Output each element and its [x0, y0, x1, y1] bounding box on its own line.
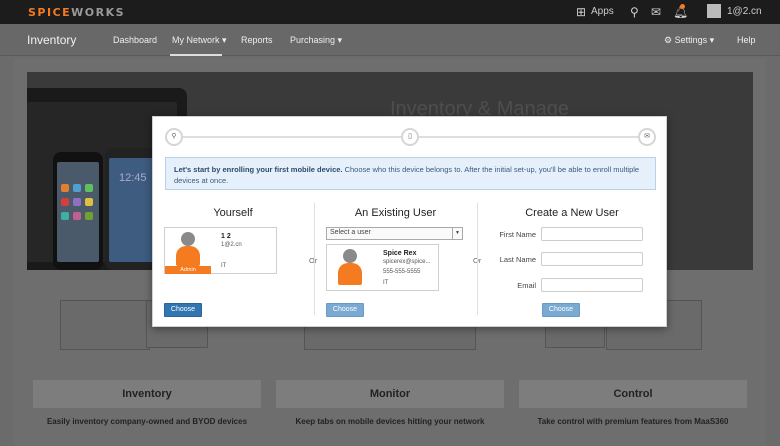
last-name-label: Last Name [499, 255, 536, 264]
column-divider-1 [314, 203, 315, 315]
feature-monitor-title: Monitor [276, 380, 504, 408]
user-avatar-icon: Admin [165, 228, 211, 274]
nav-help[interactable]: Help [737, 35, 756, 45]
step-device-icon: ▯ [401, 128, 419, 146]
email-label: Email [517, 281, 536, 290]
email-input[interactable] [541, 278, 643, 292]
nav-reports[interactable]: Reports [241, 35, 273, 45]
apps-link[interactable]: Apps [591, 6, 614, 17]
first-name-input[interactable] [541, 227, 643, 241]
phone-clock: 12:45 [119, 172, 147, 184]
enroll-device-modal: ⚲ ▯ ✉ Let's start by enrolling your firs… [152, 116, 667, 327]
nav-purchasing[interactable]: Purchasing ▾ [290, 35, 342, 46]
mail-icon[interactable]: ✉ [651, 5, 661, 19]
enroll-info-banner: Let's start by enrolling your first mobi… [165, 157, 656, 190]
user-menu[interactable]: 1@2.cn [727, 6, 762, 17]
yourself-dept: IT [221, 263, 227, 269]
existing-user-email: spicerex@spice... [383, 259, 431, 265]
first-name-label: First Name [499, 230, 536, 239]
chevron-down-icon: ▼ [452, 228, 462, 239]
nav-settings[interactable]: ⚙ Settings ▾ [664, 35, 714, 46]
new-user-title: Create a New User [525, 207, 619, 219]
search-icon[interactable]: ⚲ [630, 5, 639, 19]
existing-user-title: An Existing User [354, 207, 437, 219]
nav-my-network[interactable]: My Network ▾ [172, 35, 227, 46]
yourself-name: 1 2 [221, 233, 231, 240]
yourself-title: Yourself [213, 207, 253, 219]
nav-bar: Inventory Dashboard My Network ▾ Reports… [0, 24, 780, 56]
last-name-input[interactable] [541, 252, 643, 266]
feature-monitor-desc: Keep tabs on mobile devices hitting your… [295, 417, 485, 426]
existing-user-dept: IT [383, 280, 389, 286]
choose-yourself-button[interactable]: Choose [164, 303, 202, 317]
step-mail-icon: ✉ [638, 128, 656, 146]
admin-badge: Admin [165, 266, 211, 274]
feature-inventory-desc: Easily inventory company-owned and BYOD … [46, 417, 248, 426]
spiceworks-logo[interactable]: SPICEWORKS [28, 6, 125, 19]
feature-inventory-title: Inventory [33, 380, 261, 408]
yourself-email: 1@2.cn [221, 242, 242, 248]
step-search-icon: ⚲ [165, 128, 183, 146]
inventory-illustration [60, 300, 150, 350]
feature-control-title: Control [519, 380, 747, 408]
user-avatar[interactable] [707, 4, 721, 18]
existing-user-phone: 555-555-5555 [383, 269, 421, 275]
choose-new-user-button[interactable]: Choose [542, 303, 580, 317]
user-avatar-icon [327, 245, 373, 291]
apps-grid-icon[interactable]: ⊞ [576, 5, 586, 19]
top-bar: SPICEWORKS ⊞ Apps ⚲ ✉ 🔔︎ 1@2.cn [0, 0, 780, 24]
feature-control-desc: Take control with premium features from … [537, 417, 729, 426]
existing-user-name: Spice Rex [383, 250, 417, 257]
notification-dot [680, 4, 685, 9]
yourself-card[interactable]: Admin 1 2 1@2.cn IT [164, 227, 277, 274]
nav-dashboard[interactable]: Dashboard [113, 35, 157, 45]
select-user-dropdown[interactable]: Select a user ▼ [326, 227, 463, 240]
phone-image-left [53, 152, 103, 270]
nav-active-indicator [170, 54, 222, 56]
existing-user-card[interactable]: Spice Rex spicerex@spice... 555-555-5555… [326, 244, 439, 291]
choose-existing-user-button[interactable]: Choose [326, 303, 364, 317]
page-title: Inventory [27, 33, 77, 47]
